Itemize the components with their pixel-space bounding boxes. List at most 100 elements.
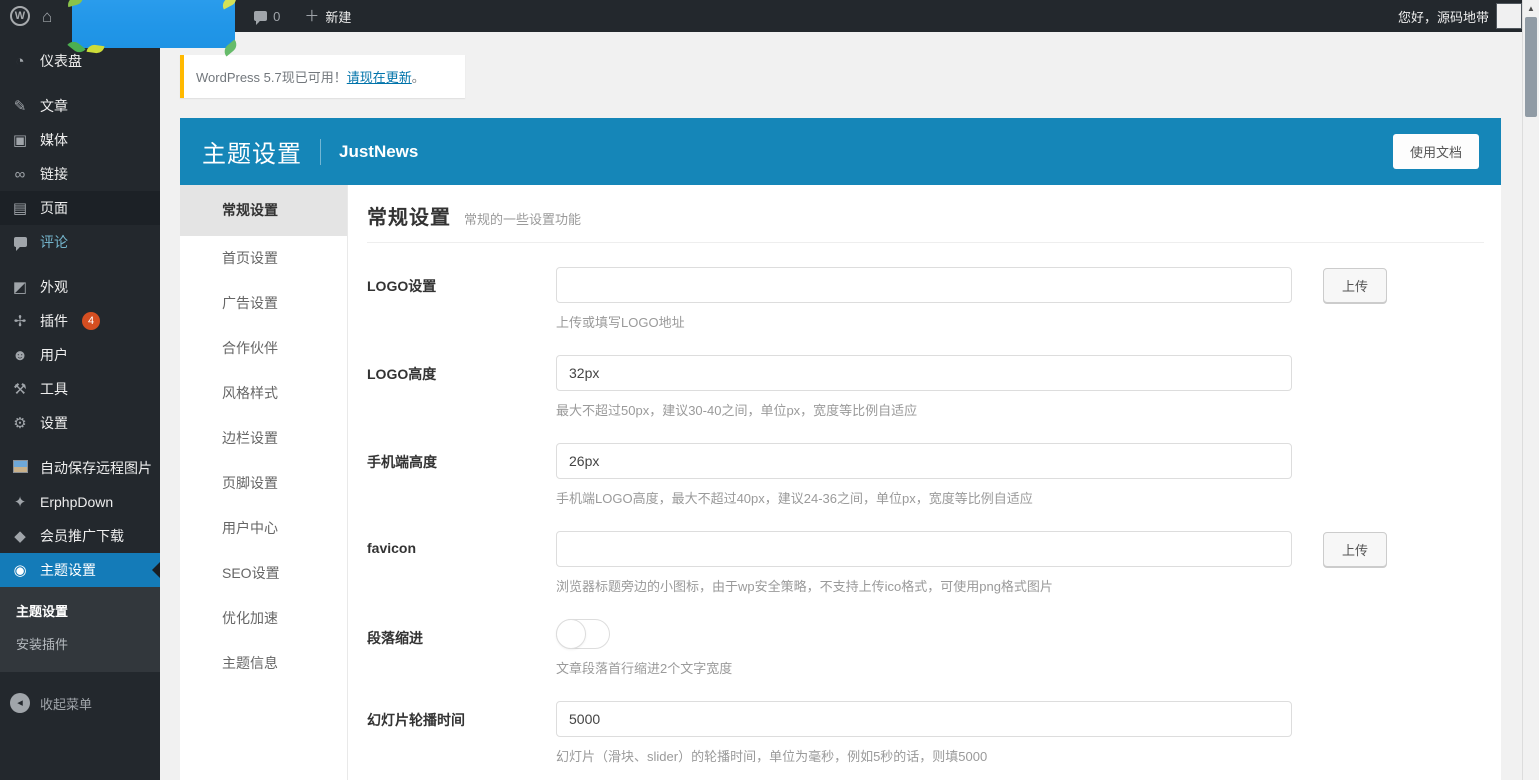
logo-height-control [556,355,1292,391]
sidebar-item-comments[interactable]: 评论 [0,225,160,259]
settings-tab-6[interactable]: 页脚设置 [180,461,347,506]
settings-tab-8[interactable]: SEO设置 [180,551,347,596]
favicon-url-label: favicon [367,531,556,595]
wordpress-logo-icon[interactable]: W [10,6,30,26]
form-row-mobile-logo-height: 手机端高度手机端LOGO高度，最大不超过40px，建议24-36之间，单位px，… [367,443,1484,507]
sidebar-item-label: 链接 [40,165,68,183]
admin-menu: ◔ 仪表盘 ✎文章 ▣ 媒体 ∞ 链接 ▤ 页面评论 ◩外观 ✢ 插件 4 ☻用户⚒工具⚙设置自动保存远程… [0,32,160,587]
slider-interval-help-text: 幻灯片（滑块、slider）的轮播时间，单位为毫秒，例如5秒的话，则填5000 [556,746,1292,765]
toggle-knob [556,619,586,649]
settings-form: LOGO设置上传上传或填写LOGO地址LOGO高度最大不超过50px，建议30-… [367,267,1484,765]
new-content-button[interactable]: ＋ 新建 [304,7,351,26]
section-subtitle: 常规的一些设置功能 [464,209,581,228]
sidebar-item-label: 媒体 [40,131,68,149]
form-row-favicon-url: favicon上传浏览器标题旁边的小图标，由于wp安全策略，不支持上传ico格式… [367,531,1484,595]
settings-tab-0[interactable]: 常规设置 [180,185,347,236]
sidebar-item-label: 主题设置 [40,561,96,579]
current-menu-arrow [144,562,160,578]
section-title: 常规设置 [367,201,451,230]
logo-height-input[interactable] [556,355,1292,391]
media-icon: ▣ [10,133,30,148]
plugin-update-badge: 4 [82,312,100,330]
sidebar-item-posts[interactable]: ✎文章 [0,89,160,123]
sidebar-item-label: 仪表盘 [40,52,82,70]
mobile-logo-height-input[interactable] [556,443,1292,479]
theme-settings-panel: 主题设置 JustNews 使用文档 常规设置首页设置广告设置合作伙伴风格样式边… [180,118,1501,780]
paragraph-indent-control [556,619,732,649]
panel-header: 主题设置 JustNews 使用文档 [180,118,1501,185]
key-icon: ✦ [10,495,30,510]
sidebar-item-settings[interactable]: ⚙设置 [0,406,160,440]
collapse-menu-button[interactable]: ◂ 收起菜单 [0,685,160,721]
collapse-arrow-icon: ◂ [10,693,30,713]
admin-sidebar: ◔ 仪表盘 ✎文章 ▣ 媒体 ∞ 链接 ▤ 页面评论 ◩外观 ✢ 插件 4 ☻用户⚒工具⚙设置自动保存远程… [0,32,160,780]
sidebar-item-label: 插件 [40,312,68,330]
submenu-item-theme-settings-sub[interactable]: 主题设置 [0,594,160,627]
submenu-item-install-plugin[interactable]: 安装插件 [0,627,160,660]
sidebar-item-member-download[interactable]: ◆会员推广下载 [0,519,160,553]
settings-tab-5[interactable]: 边栏设置 [180,416,347,461]
leaf-decoration-icon [66,0,84,7]
collapse-label: 收起菜单 [40,694,92,713]
mobile-logo-height-help-text: 手机端LOGO高度，最大不超过40px，建议24-36之间，单位px，宽度等比例… [556,488,1292,507]
sidebar-item-users[interactable]: ☻用户 [0,338,160,372]
settings-tab-9[interactable]: 优化加速 [180,596,347,641]
favicon-url-upload-button[interactable]: 上传 [1323,532,1387,567]
logo-url-upload-button[interactable]: 上传 [1323,268,1387,303]
favicon-url-input[interactable] [556,531,1292,567]
settings-tab-3[interactable]: 合作伙伴 [180,326,347,371]
remote-image-icon [10,460,30,476]
settings-tab-1[interactable]: 首页设置 [180,236,347,281]
dashboard-icon: ◔ [10,54,30,69]
sidebar-item-tools[interactable]: ⚒工具 [0,372,160,406]
home-icon[interactable]: ⌂ [42,8,52,25]
comments-indicator[interactable]: 0 [254,9,280,24]
mobile-logo-height-label: 手机端高度 [367,443,556,507]
vertical-scrollbar[interactable]: ▲ [1522,0,1539,780]
sidebar-item-label: 会员推广下载 [40,527,124,545]
settings-tab-2[interactable]: 广告设置 [180,281,347,326]
notice-text: WordPress 5.7现已可用！ [196,70,347,85]
plugin-icon: ✢ [10,314,30,329]
avatar[interactable] [1496,3,1522,29]
posts-pin-icon: ✎ [10,99,30,114]
sidebar-item-plugins[interactable]: ✢ 插件 4 [0,304,160,338]
logo-url-label: LOGO设置 [367,267,556,331]
tab-content: 常规设置 常规的一些设置功能 LOGO设置上传上传或填写LOGO地址LOGO高度… [348,185,1501,780]
pages-icon: ▤ [10,201,30,216]
user-icon: ☻ [10,348,30,363]
sidebar-item-label: 评论 [40,233,68,251]
links-icon: ∞ [10,167,30,182]
sidebar-item-label: 页面 [40,199,68,217]
paragraph-indent-toggle[interactable] [556,619,610,649]
blue-overlay-image [72,0,235,48]
sidebar-item-appearance[interactable]: ◩外观 [0,270,160,304]
slider-interval-input[interactable] [556,701,1292,737]
logo-url-help-text: 上传或填写LOGO地址 [556,312,1387,331]
user-greeting[interactable]: 您好，源码地带 [1398,7,1489,26]
main-content: WordPress 5.7现已可用！请现在更新。 主题设置 JustNews 使… [160,0,1539,780]
settings-tab-7[interactable]: 用户中心 [180,506,347,551]
scrollbar-thumb[interactable] [1525,17,1537,117]
sidebar-item-auto-save-remote-images[interactable]: 自动保存远程图片 [0,451,160,485]
slider-interval-label: 幻灯片轮播时间 [367,701,556,765]
form-row-logo-url: LOGO设置 上传上传或填写LOGO地址 [367,267,1484,331]
header-divider [320,139,321,165]
settings-tab-10[interactable]: 主题信息 [180,641,347,686]
logo-url-input[interactable] [556,267,1292,303]
scroll-up-arrow-icon[interactable]: ▲ [1523,0,1539,17]
sidebar-item-label: 工具 [40,380,68,398]
settings-tab-4[interactable]: 风格样式 [180,371,347,416]
sidebar-item-theme-settings[interactable]: ◉主题设置 [0,553,160,587]
paragraph-indent-help-text: 文章段落首行缩进2个文字宽度 [556,658,732,677]
sidebar-item-label: 设置 [40,414,68,432]
update-now-link[interactable]: 请现在更新 [347,70,412,85]
logo-height-help-text: 最大不超过50px，建议30-40之间，单位px，宽度等比例自适应 [556,400,1292,419]
form-row-logo-height: LOGO高度最大不超过50px，建议30-40之间，单位px，宽度等比例自适应 [367,355,1484,419]
sidebar-item-erphpdown[interactable]: ✦ErphpDown [0,485,160,519]
sidebar-item-links[interactable]: ∞ 链接 [0,157,160,191]
sidebar-item-media[interactable]: ▣ 媒体 [0,123,160,157]
sidebar-item-label: 自动保存远程图片 [40,459,152,477]
sidebar-item-pages[interactable]: ▤ 页面 [0,191,160,225]
docs-button[interactable]: 使用文档 [1393,134,1479,169]
